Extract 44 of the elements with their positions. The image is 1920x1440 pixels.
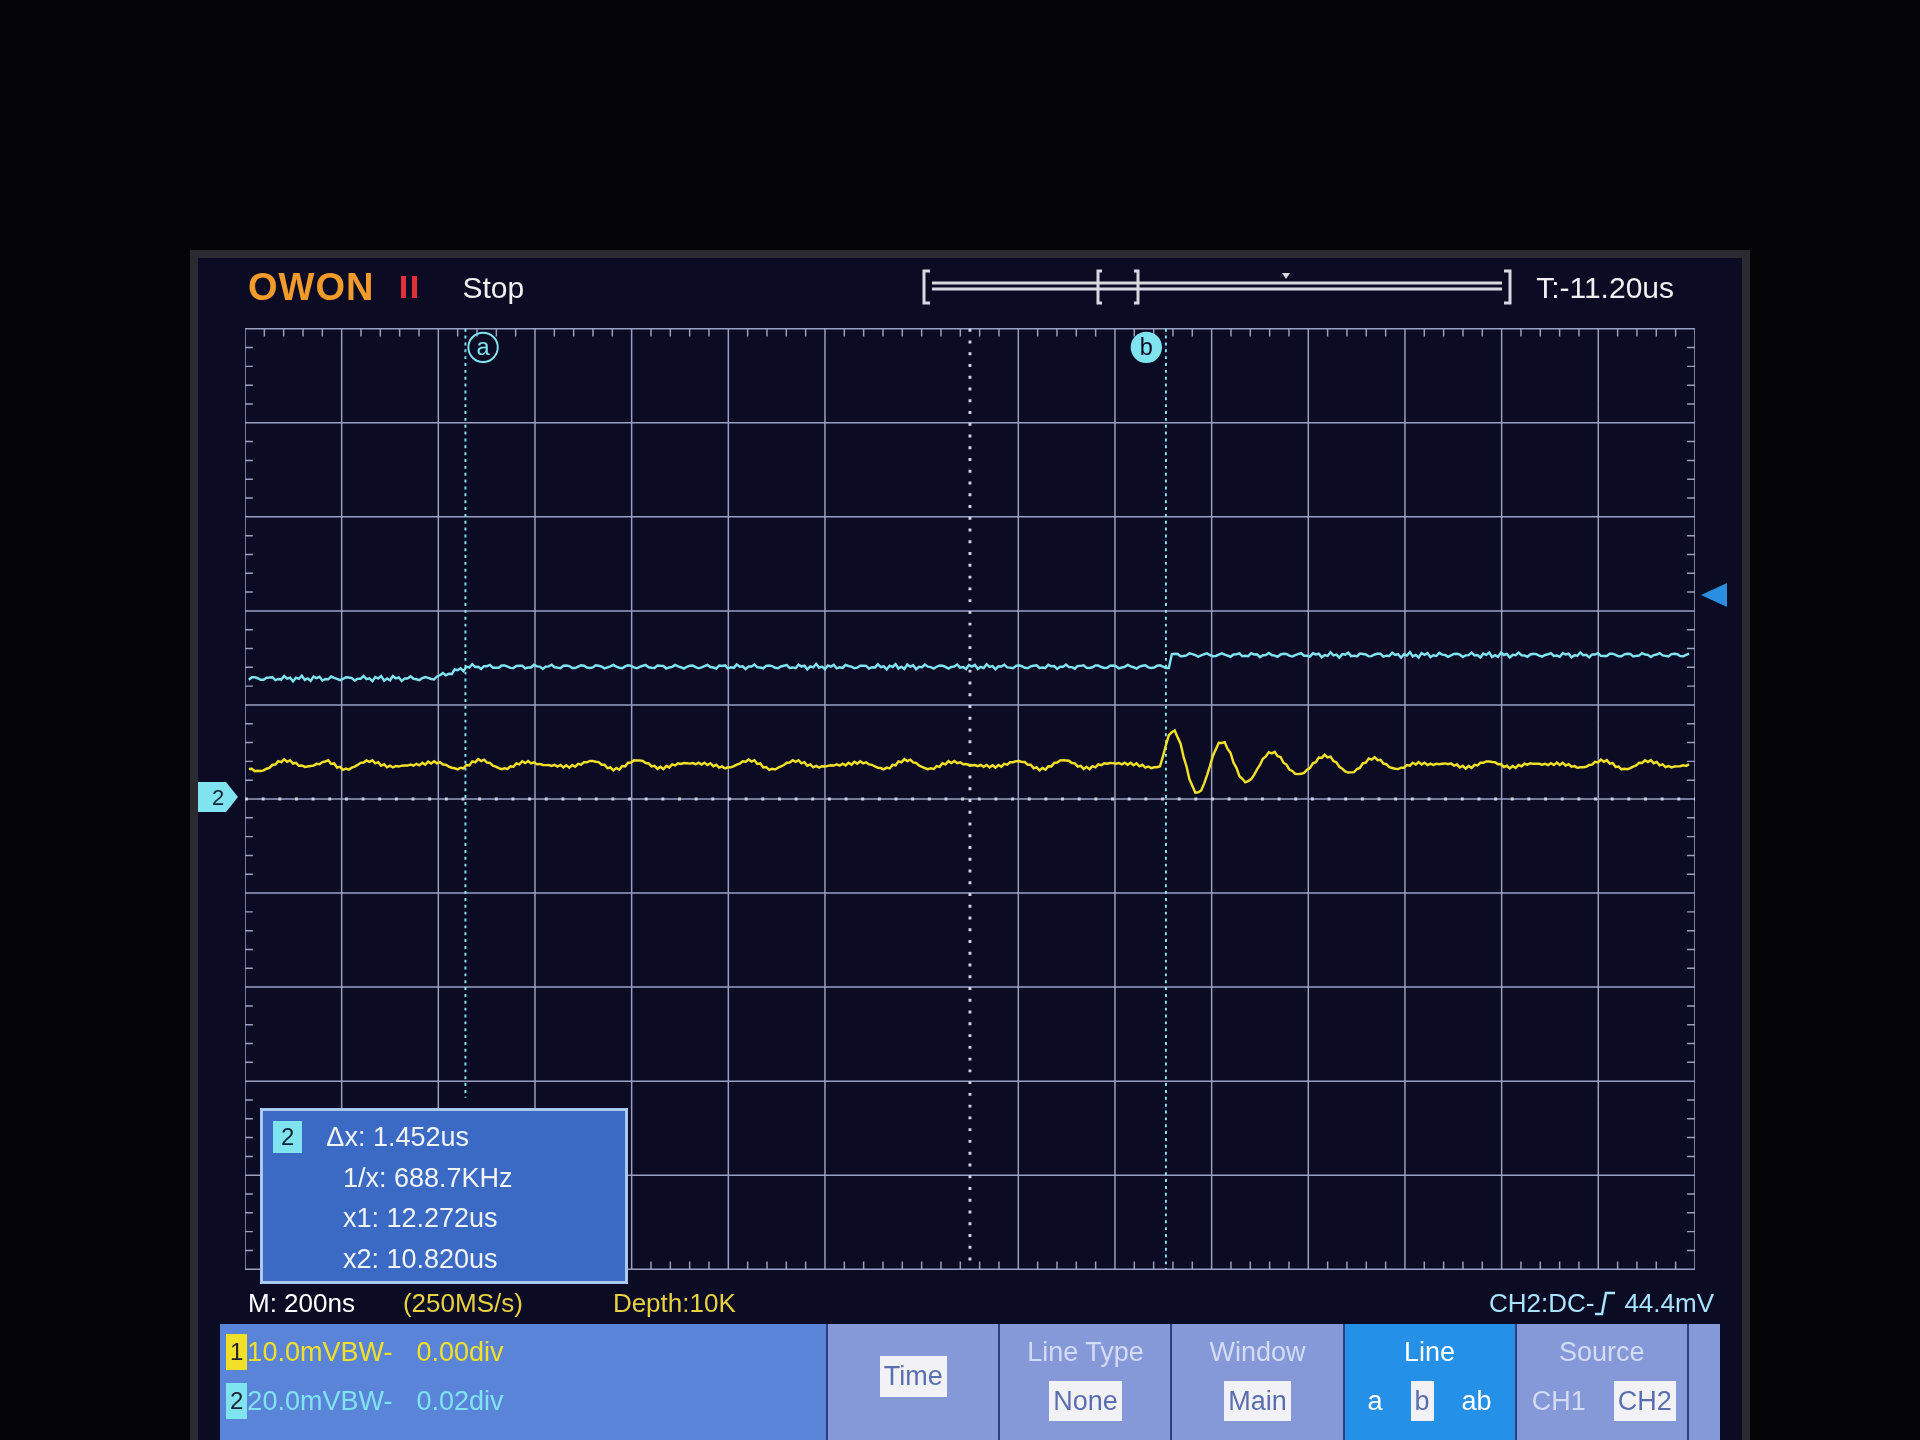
channel-badge: 2	[273, 1121, 303, 1154]
menu-option[interactable]: b	[1410, 1380, 1434, 1421]
menu-title: Source	[1558, 1336, 1645, 1369]
menu-item[interactable]: Source CH1 CH2	[1514, 1324, 1687, 1440]
trigger-time: T:-11.20us	[1536, 269, 1674, 306]
menu-option[interactable]: CH2	[1613, 1380, 1676, 1421]
menu-item[interactable]: Time	[826, 1324, 999, 1440]
cursor-label-badge	[1130, 331, 1163, 364]
menu-title: Window	[1209, 1336, 1306, 1369]
rising-edge-icon	[1594, 1290, 1617, 1316]
channel-scale: 20.0mVBW-	[247, 1384, 393, 1418]
trigger-level-marker	[1699, 581, 1729, 609]
channel-scale: 10.0mVBW-	[247, 1336, 393, 1369]
menu-item[interactable]: Line a b ab	[1342, 1324, 1515, 1440]
channel-marker: 2	[198, 782, 238, 812]
menu-title: Line	[1404, 1336, 1456, 1369]
menu-option[interactable]: ab	[1457, 1380, 1496, 1421]
menu-title: Line Type	[1027, 1336, 1144, 1369]
trigger-level: 44.4mV	[1624, 1286, 1714, 1320]
timebase: M: 200ns	[248, 1286, 355, 1320]
cursor-label-badge	[467, 331, 499, 364]
cursor-label: a	[476, 334, 490, 361]
cursor-line[interactable]	[1164, 327, 1167, 1271]
channel-number: 2	[226, 1382, 248, 1419]
menu-option[interactable]: Main	[1224, 1380, 1291, 1421]
channel-offset: 0.00div	[416, 1336, 504, 1369]
trigger-source: CH2:DC-	[1488, 1286, 1595, 1320]
menu-option[interactable]: Time	[879, 1356, 947, 1397]
cursor-label: b	[1139, 334, 1153, 361]
menu-option[interactable]: a	[1363, 1380, 1387, 1421]
memory-depth: Depth:10K	[612, 1286, 736, 1320]
sample-rate: (250MS/s)	[402, 1286, 523, 1320]
cursor-line[interactable]	[464, 327, 467, 1099]
brand-logo: OWON	[248, 264, 375, 310]
menu-item[interactable]: Line Type None	[998, 1324, 1171, 1440]
measurement-value: Δx: 1.452us	[326, 1121, 469, 1154]
measurement-value: x2: 10.820us	[342, 1242, 499, 1276]
measurement-value: 1/x: 688.7KHz	[342, 1161, 514, 1195]
run-status: Stop	[462, 269, 525, 306]
measurement-value: x1: 12.272us	[342, 1202, 499, 1235]
menu-option[interactable]: None	[1049, 1380, 1122, 1421]
channel-offset: 0.02div	[416, 1384, 504, 1418]
menu-item[interactable]: Window Main	[1170, 1324, 1343, 1440]
channel-number: 1	[226, 1334, 248, 1371]
